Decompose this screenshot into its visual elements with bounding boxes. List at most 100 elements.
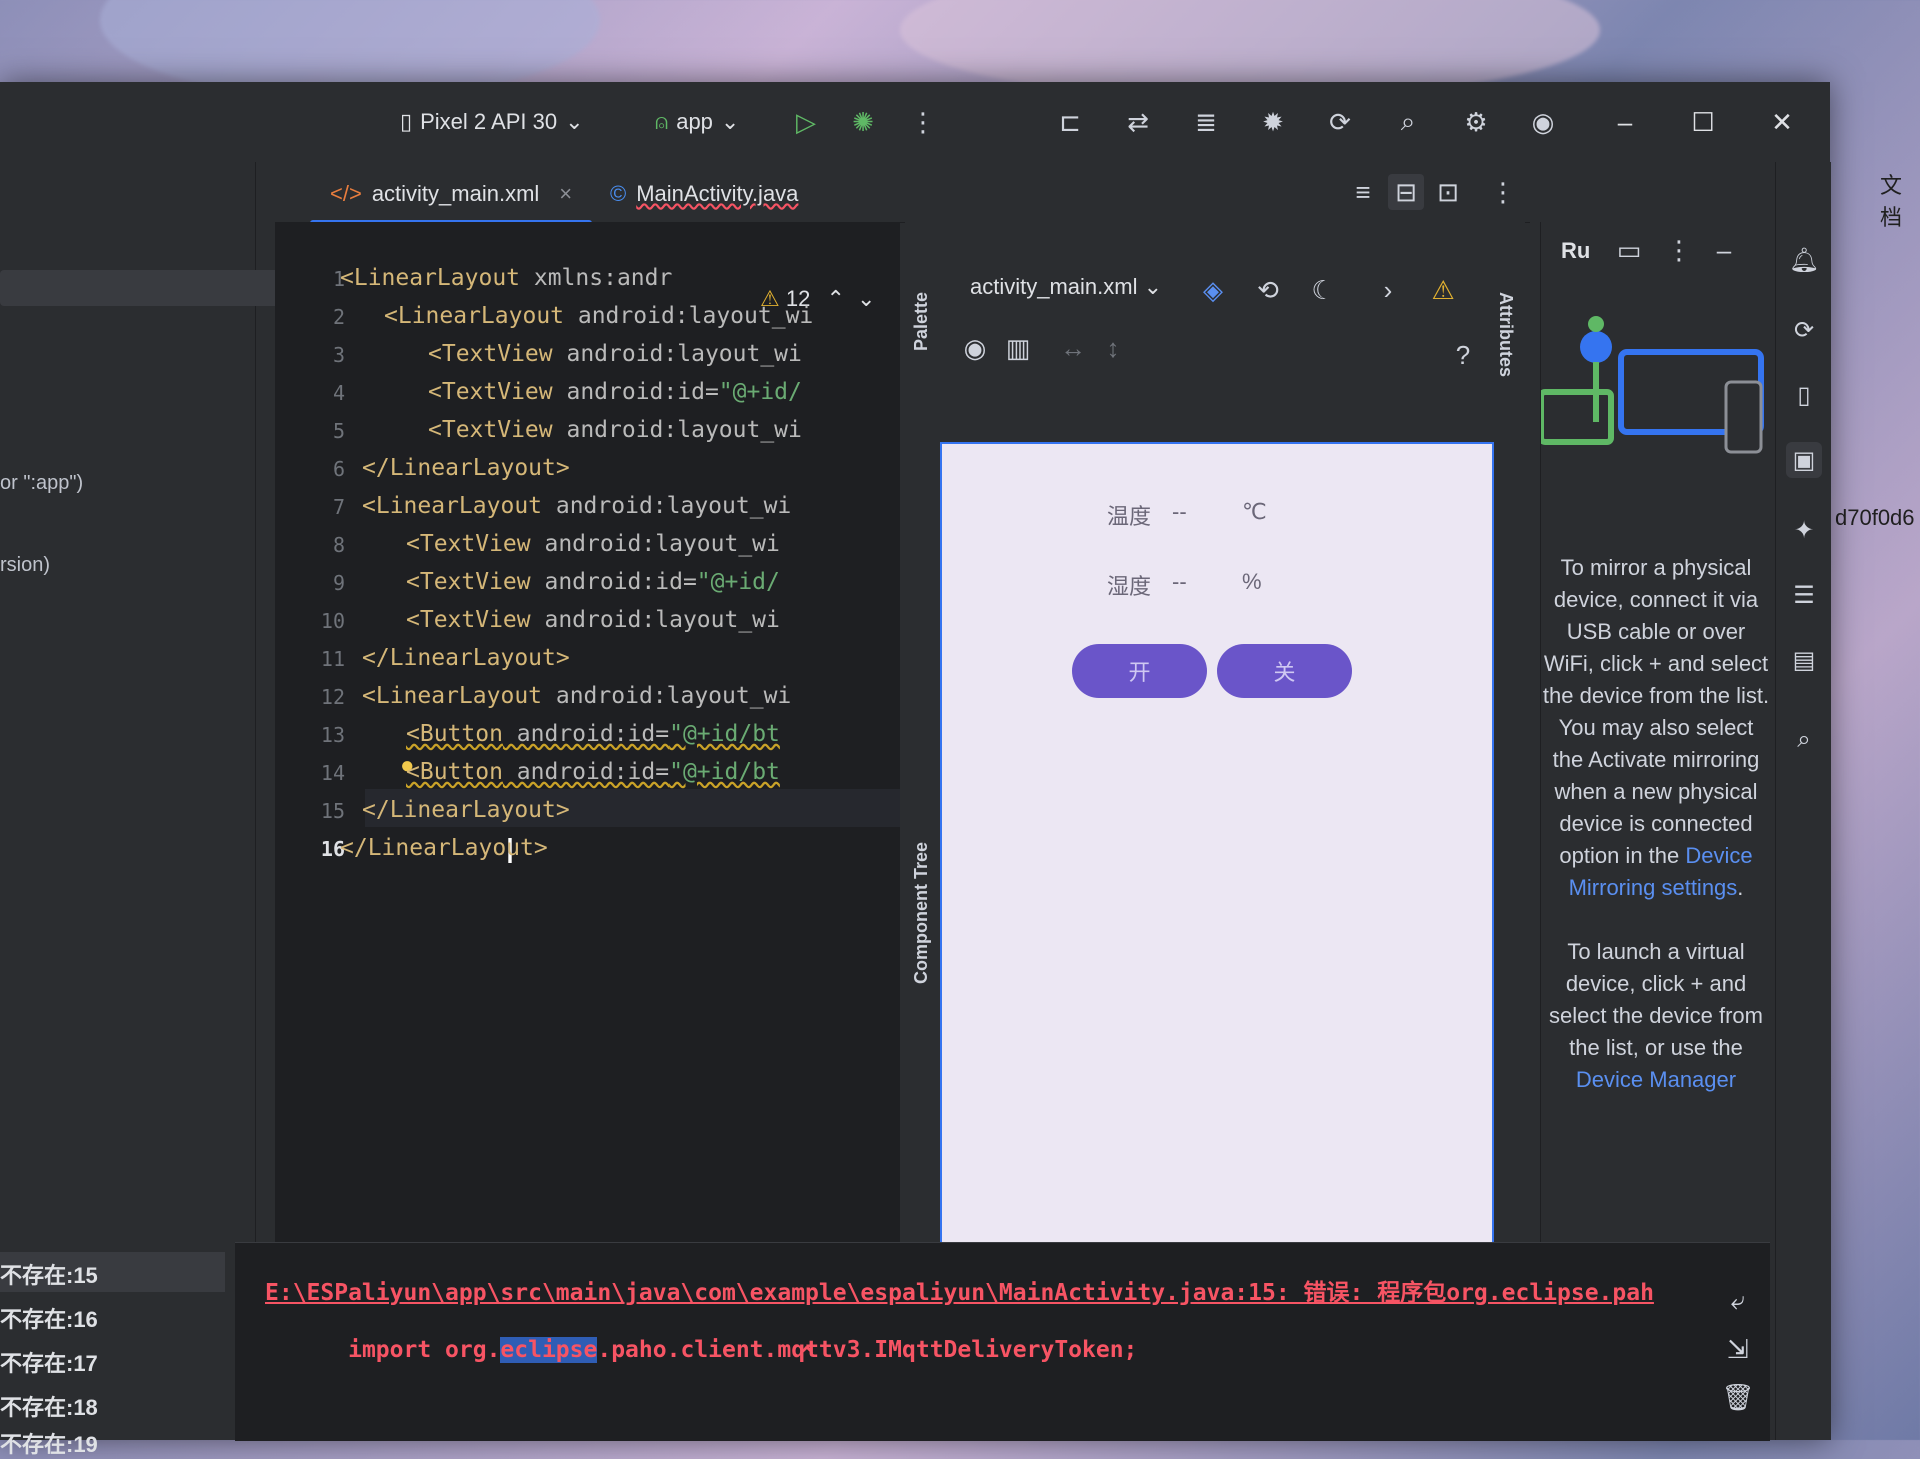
error-caret: ^ [800,1343,814,1369]
file-dropdown[interactable]: activity_main.xml ⌄ [970,274,1162,300]
gradle-icon[interactable]: ⟳ [1786,312,1822,348]
temperature-label: 温度 [1107,504,1152,529]
running-devices-icon[interactable]: ▣ [1786,442,1822,478]
code-tag: </LinearLayout> [362,645,570,671]
device-selector[interactable]: ▯ Pixel 2 API 30 ⌄ [400,106,584,138]
warning-icon[interactable]: ⚠ [1425,272,1461,308]
account-icon[interactable]: ◉ [1525,104,1561,140]
sync-icon[interactable]: ⟳ [1322,104,1358,140]
gemini-icon[interactable]: ✦ [1786,512,1822,548]
line-number: 8 [332,533,345,557]
code-line[interactable]: <TextView android:layout_wi [406,531,780,557]
code-tag: </LinearLayout> [362,455,570,481]
line-number: 3 [332,343,345,367]
code-line[interactable]: <LinearLayout android:layout_wi [384,303,813,329]
error-row[interactable]: 不存在:17 [0,1346,98,1378]
device-manager-link[interactable]: Device Manager [1576,1067,1736,1092]
window-icon[interactable]: ▭ [1611,232,1647,268]
error-row[interactable]: 不存在:16 [0,1302,98,1334]
horizontal-arrow-icon[interactable]: ↔ [1055,330,1091,366]
code-line[interactable]: <Button android:id="@+id/bt [406,759,780,785]
editor-tabs: </> activity_main.xml × © MainActivity.j… [305,162,1530,226]
code-line[interactable]: <TextView android:layout_wi [406,607,780,633]
tab-activity-main-xml[interactable]: </> activity_main.xml × [309,174,593,226]
close-button[interactable]: ✕ [1762,102,1802,142]
attributes-tab[interactable]: Attributes [1495,292,1516,377]
run-icon[interactable]: ▷ [788,104,824,140]
minimize-button[interactable]: – [1605,102,1645,142]
off-button[interactable]: 关 [1217,644,1352,698]
code-line[interactable]: <LinearLayout android:layout_wi [362,493,791,519]
component-tree-tab[interactable]: Component Tree [911,842,932,984]
code-line[interactable]: <LinearLayout android:layout_wi [362,683,791,709]
code-attribute: android:id= [502,721,670,747]
close-tab-icon[interactable]: × [559,181,572,207]
scroll-to-end-icon[interactable]: ⇲ [1720,1331,1756,1367]
project-row[interactable]: rsion) [0,554,250,577]
code-line[interactable]: <Button android:id="@+id/bt [406,721,780,747]
search-icon[interactable]: ⌕ [1390,104,1426,140]
code-string: "@+id/bt [669,759,780,785]
build-errors-list: 不存在:15 不存在:16 不存在:17 不存在:18 不存在:19 [0,1242,235,1457]
run-config-selector[interactable]: ⍝ app ⌄ [655,106,739,138]
bug-icon[interactable]: ✹ [1255,104,1291,140]
more-vertical-icon[interactable]: ⋮ [1485,174,1521,210]
run-config-label: app [676,109,713,134]
split-view-icon[interactable]: ⊟ [1388,174,1424,210]
logcat-icon[interactable]: ≣ [1188,104,1224,140]
layers-icon[interactable]: ◈ [1195,272,1231,308]
orientation-icon[interactable]: ⟲ [1250,272,1286,308]
design-view-icon[interactable]: ⊡ [1430,174,1466,210]
maximize-button[interactable]: ☐ [1683,102,1723,142]
build-output-console[interactable]: E:\ESPaliyun\app\src\main\java\com\examp… [235,1242,1770,1441]
code-tag: <TextView [406,569,531,595]
code-line[interactable]: <TextView android:layout_wi [428,417,802,443]
layout-preview[interactable]: 温度 -- ℃ 湿度 -- % 开 关 [940,442,1494,1276]
layout-inspector-icon[interactable]: ☰ [1786,577,1822,613]
code-line[interactable]: </LinearLayout> [362,645,570,671]
chevron-down-icon: ⌄ [565,109,584,134]
app-inspection-icon[interactable]: ⌕ [1786,722,1822,758]
code-line[interactable]: <LinearLayout xmlns:andr [340,265,672,291]
code-view-icon[interactable]: ≡ [1345,174,1381,210]
device-manager-icon[interactable]: ▯ [1786,377,1822,413]
code-editor[interactable]: 1 2 3 4 5 6 7 8 9 10 11 12 13 14 15 16 ⚠ 12 ⌃ ⌄ ● I <Li… [275,222,900,1242]
more-vertical-icon[interactable]: ⋮ [905,104,941,140]
on-button[interactable]: 开 [1072,644,1207,698]
code-tag: <TextView [428,417,553,443]
profiler-icon[interactable]: ⊏ [1052,104,1088,140]
more-vertical-icon[interactable]: ⋮ [1661,232,1697,268]
error-row[interactable]: 不存在:19 [0,1427,98,1459]
code-tag: <Button [406,721,503,747]
help-icon[interactable]: ? [1445,337,1481,373]
project-row[interactable]: or ":app") [0,472,250,495]
translate-icon[interactable]: ⇄ [1120,104,1156,140]
trash-icon[interactable]: 🗑︎ [1720,1379,1756,1415]
soft-wrap-icon[interactable]: ⤶ [1720,1283,1756,1319]
device-file-explorer-icon[interactable]: ▤ [1786,642,1822,678]
chevron-right-icon[interactable]: › [1370,272,1406,308]
error-row[interactable]: 不存在:18 [0,1390,98,1422]
error-path-link[interactable]: E:\ESPaliyun\app\src\main\java\com\examp… [265,1273,1654,1307]
project-panel: or ":app") rsion) [0,162,280,1242]
code-line[interactable]: </LinearLayout> [362,797,570,823]
code-line[interactable]: </LinearLayout> [340,835,548,861]
gear-icon[interactable]: ⚙ [1458,104,1494,140]
code-attribute: android:layout_wi [530,607,780,633]
vertical-arrow-icon[interactable]: ↕ [1095,330,1131,366]
palette-tab[interactable]: Palette [911,292,932,351]
eye-icon[interactable]: ◉ [957,330,993,366]
minimize-panel-icon[interactable]: – [1706,232,1742,268]
code-line[interactable]: <TextView android:id="@+id/ [406,569,780,595]
code-line[interactable]: <TextView android:layout_wi [428,341,802,367]
project-selected-row[interactable] [0,270,280,306]
notifications-icon[interactable]: 🔔︎ [1786,242,1822,278]
code-line[interactable]: <TextView android:id="@+id/ [428,379,802,405]
blueprint-icon[interactable]: ▥ [1000,330,1036,366]
wallpaper-text-hash: d70f0d6 [1835,505,1915,530]
tab-main-activity-java[interactable]: © MainActivity.java [610,174,798,214]
debug-icon[interactable]: ✺ [845,104,881,140]
night-mode-icon[interactable]: ☾ [1305,272,1341,308]
error-row[interactable]: 不存在:15 [0,1258,98,1290]
code-line[interactable]: </LinearLayout> [362,455,570,481]
